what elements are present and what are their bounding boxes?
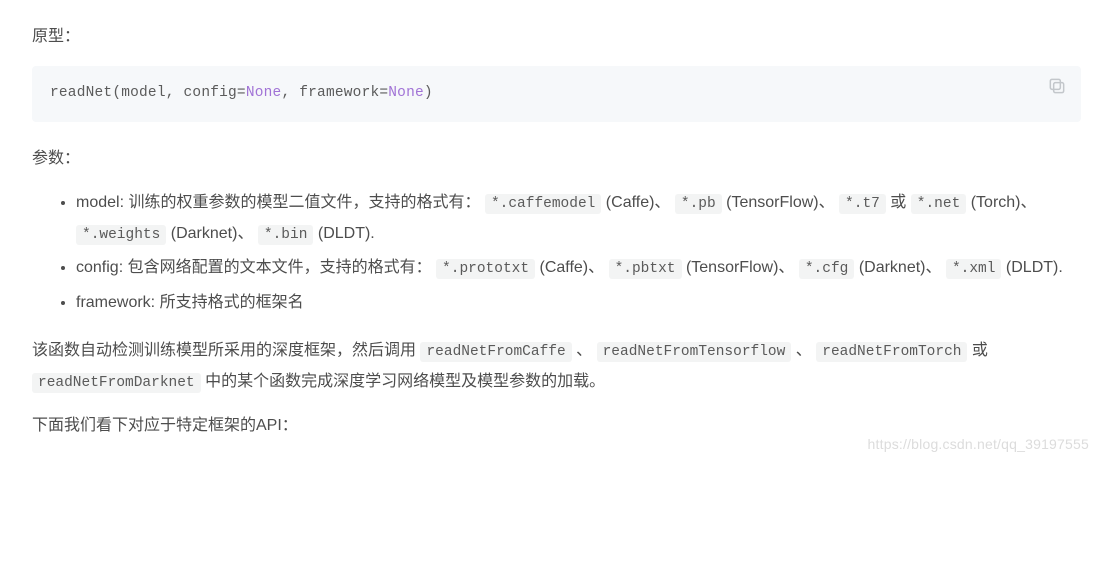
list-item: framework: 所支持格式的框架名 [76, 288, 1081, 318]
text: 中的某个函数完成深度学习网络模型及模型参数的加载。 [201, 373, 605, 390]
code-fn-ref: readNetFromTorch [816, 342, 967, 362]
param-config-lead: config: 包含网络配置的文本文件，支持的格式有： [76, 259, 432, 276]
code-seg: ) [424, 85, 433, 101]
code-ext: *.cfg [799, 259, 855, 279]
code-fn-ref: readNetFromCaffe [420, 342, 571, 362]
text: (DLDT). [313, 225, 374, 242]
text: 该函数自动检测训练模型所采用的深度框架，然后调用 [32, 342, 416, 359]
copy-icon[interactable] [1047, 76, 1067, 96]
params-heading: 参数： [32, 144, 1081, 174]
code-ext: *.bin [258, 225, 314, 245]
text: (Torch)、 [966, 194, 1036, 211]
text: (TensorFlow)、 [682, 259, 799, 276]
code-ext: *.prototxt [436, 259, 535, 279]
param-model-lead: model: 训练的权重参数的模型二值文件，支持的格式有： [76, 194, 480, 211]
text: (Caffe)、 [535, 259, 609, 276]
code-ext: *.pb [675, 194, 722, 214]
code-ext: *.xml [946, 259, 1002, 279]
params-list: model: 训练的权重参数的模型二值文件，支持的格式有： *.caffemod… [32, 188, 1081, 318]
code-seg: (model, config= [112, 85, 246, 101]
code-ext: *.t7 [839, 194, 886, 214]
code-fn-ref: readNetFromTensorflow [597, 342, 792, 362]
code-seg: , framework= [281, 85, 388, 101]
text: (Darknet)、 [854, 259, 946, 276]
text: (DLDT). [1001, 259, 1062, 276]
list-item: config: 包含网络配置的文本文件，支持的格式有： *.prototxt (… [76, 253, 1081, 284]
code-none: None [388, 85, 424, 101]
code-ext: *.caffemodel [485, 194, 601, 214]
text: 、 [572, 342, 597, 359]
text: 或 [967, 342, 987, 359]
text: 或 [886, 194, 911, 211]
code-fn: readNet [50, 85, 112, 101]
detect-paragraph: 该函数自动检测训练模型所采用的深度框架，然后调用 readNetFromCaff… [32, 336, 1081, 397]
code-ext: *.pbtxt [609, 259, 682, 279]
text: (Caffe)、 [601, 194, 675, 211]
outro-paragraph: 下面我们看下对应于特定框架的API： [32, 411, 1081, 441]
prototype-heading: 原型： [32, 22, 1081, 52]
code-fn-ref: readNetFromDarknet [32, 373, 201, 393]
text: 、 [791, 342, 816, 359]
list-item: model: 训练的权重参数的模型二值文件，支持的格式有： *.caffemod… [76, 188, 1081, 249]
code-none: None [246, 85, 282, 101]
param-framework: framework: 所支持格式的框架名 [76, 294, 304, 311]
code-ext: *.weights [76, 225, 166, 245]
code-block: readNet(model, config=None, framework=No… [32, 66, 1081, 122]
text: (TensorFlow)、 [722, 194, 839, 211]
code-ext: *.net [911, 194, 967, 214]
text: (Darknet)、 [166, 225, 258, 242]
